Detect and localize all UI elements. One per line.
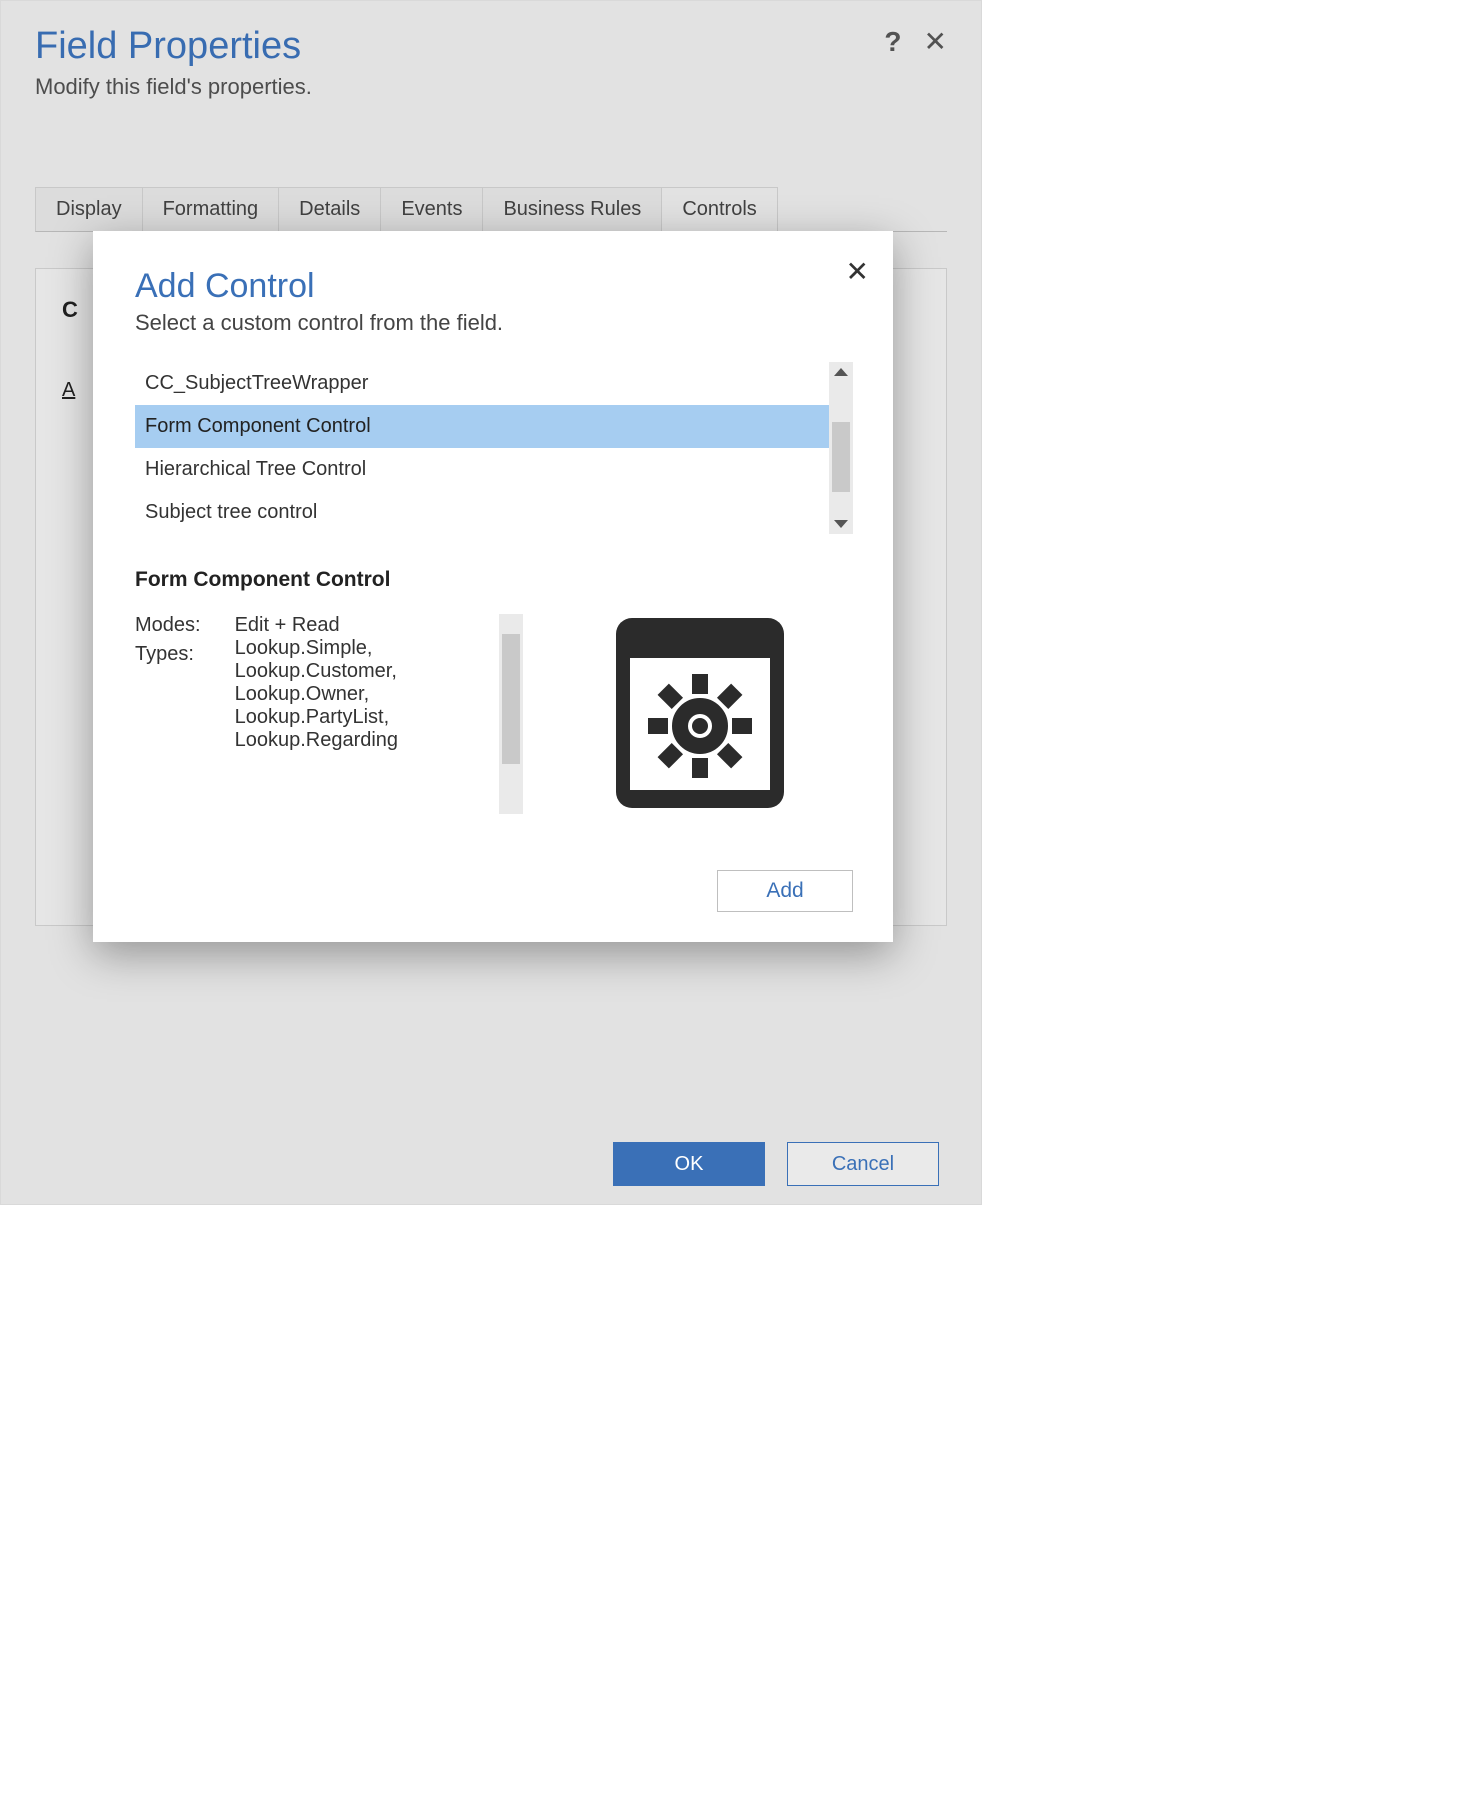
- control-list-scrollbar[interactable]: [829, 362, 853, 534]
- add-control-dialog: ✕ Add Control Select a custom control fr…: [93, 231, 893, 942]
- scroll-down-icon[interactable]: [834, 520, 848, 528]
- add-control-close-icon[interactable]: ✕: [846, 255, 869, 288]
- modes-value: Edit + Read: [235, 614, 398, 637]
- dialog-footer: OK Cancel: [613, 1142, 939, 1186]
- types-label: Types:: [135, 643, 201, 666]
- types-value: Lookup.Simple, Lookup.Customer, Lookup.O…: [235, 637, 398, 752]
- list-item[interactable]: Form Component Control: [135, 405, 829, 448]
- scroll-up-icon[interactable]: [834, 368, 848, 376]
- detail-scrollbar[interactable]: [499, 614, 523, 814]
- gear-window-icon: [612, 614, 788, 812]
- scroll-thumb[interactable]: [502, 634, 520, 764]
- add-control-subtitle: Select a custom control from the field.: [135, 310, 853, 336]
- control-preview: [547, 614, 853, 814]
- control-list: CC_SubjectTreeWrapper Form Component Con…: [135, 362, 829, 534]
- selected-control-title: Form Component Control: [135, 568, 853, 592]
- modes-label: Modes:: [135, 614, 201, 637]
- add-control-title: Add Control: [135, 267, 853, 306]
- cancel-button[interactable]: Cancel: [787, 1142, 939, 1186]
- add-button[interactable]: Add: [717, 870, 853, 912]
- scroll-thumb[interactable]: [832, 422, 850, 492]
- list-item[interactable]: Hierarchical Tree Control: [135, 448, 829, 491]
- list-item[interactable]: CC_SubjectTreeWrapper: [135, 362, 829, 405]
- ok-button[interactable]: OK: [613, 1142, 765, 1186]
- list-item[interactable]: Subject tree control: [135, 491, 829, 534]
